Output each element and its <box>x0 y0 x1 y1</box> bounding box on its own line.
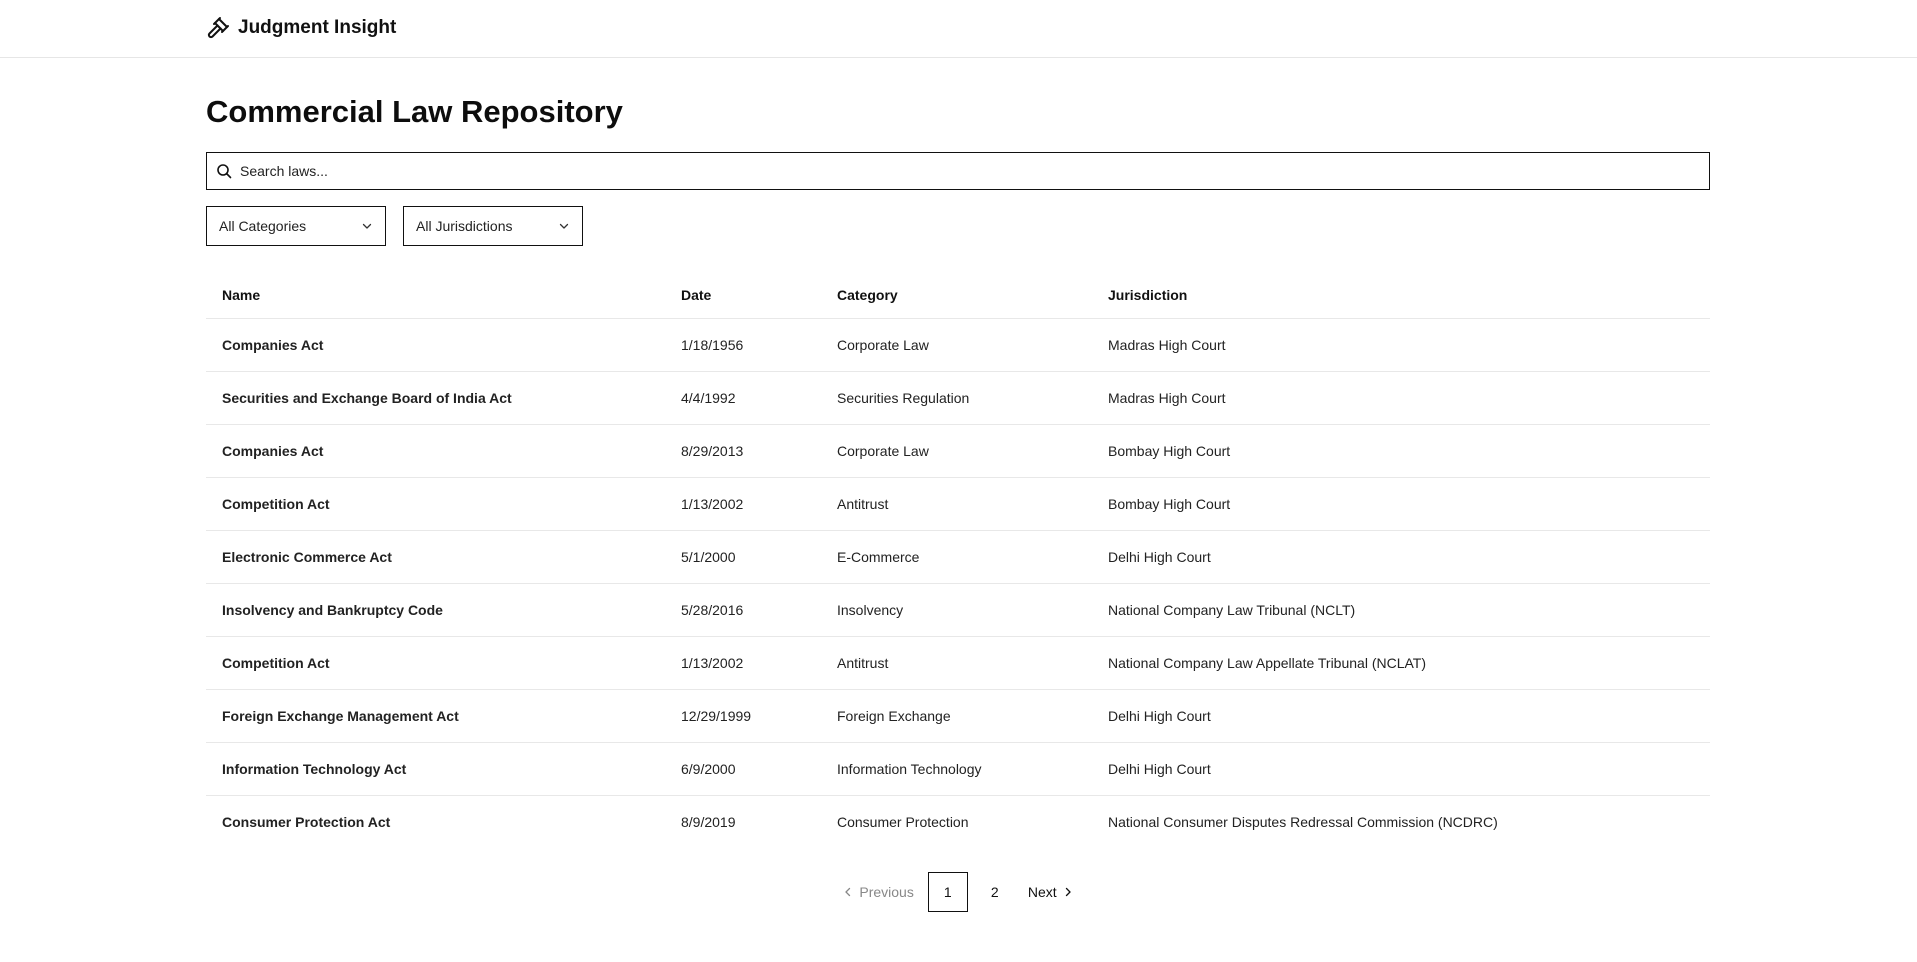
law-category: Information Technology <box>821 742 1092 796</box>
search-box[interactable] <box>206 152 1710 190</box>
law-date: 1/13/2002 <box>665 477 821 531</box>
top-nav-bar: Judgment Insight <box>0 0 1917 58</box>
jurisdiction-select[interactable]: All Jurisdictions <box>403 206 583 246</box>
law-date: 4/4/1992 <box>665 371 821 425</box>
law-jurisdiction: Delhi High Court <box>1092 530 1710 584</box>
laws-table: Name Date Category Jurisdiction Companie… <box>206 272 1710 848</box>
law-category: Antitrust <box>821 636 1092 690</box>
main-content: Commercial Law Repository All Categories… <box>206 58 1710 912</box>
law-date: 12/29/1999 <box>665 689 821 743</box>
law-jurisdiction: Delhi High Court <box>1092 742 1710 796</box>
brand-logo[interactable]: Judgment Insight <box>206 16 396 40</box>
law-name: Securities and Exchange Board of India A… <box>206 371 665 425</box>
law-jurisdiction: National Company Law Tribunal (NCLT) <box>1092 583 1710 637</box>
law-category: Antitrust <box>821 477 1092 531</box>
table-row[interactable]: Competition Act 1/13/2002 Antitrust Bomb… <box>206 477 1710 531</box>
law-category: Corporate Law <box>821 318 1092 372</box>
law-jurisdiction: Madras High Court <box>1092 371 1710 425</box>
law-name: Competition Act <box>206 477 665 531</box>
column-header-category[interactable]: Category <box>821 272 1092 319</box>
law-date: 1/13/2002 <box>665 636 821 690</box>
filter-bar: All Categories All Jurisdictions <box>206 206 1710 246</box>
law-category: E-Commerce <box>821 530 1092 584</box>
law-jurisdiction: National Company Law Appellate Tribunal … <box>1092 636 1710 690</box>
law-date: 8/9/2019 <box>681 814 736 830</box>
law-category: Consumer Protection <box>837 814 969 830</box>
law-jurisdiction: Madras High Court <box>1092 318 1710 372</box>
chevron-left-icon <box>845 887 851 897</box>
gavel-icon <box>207 17 229 39</box>
chevron-down-icon <box>559 223 569 229</box>
previous-page-label: Previous <box>859 884 914 900</box>
law-date: 8/29/2013 <box>665 424 821 478</box>
law-name: Companies Act <box>206 318 665 372</box>
previous-page-button[interactable]: Previous <box>833 872 923 912</box>
table-row[interactable]: Information Technology Act 6/9/2000 Info… <box>206 742 1710 796</box>
law-category: Insolvency <box>821 583 1092 637</box>
category-select[interactable]: All Categories <box>206 206 386 246</box>
law-name: Competition Act <box>206 636 665 690</box>
table-row[interactable]: Competition Act 1/13/2002 Antitrust Nati… <box>206 636 1710 690</box>
law-jurisdiction: Bombay High Court <box>1092 424 1710 478</box>
law-jurisdiction: Bombay High Court <box>1092 477 1710 531</box>
law-name: Foreign Exchange Management Act <box>206 689 665 743</box>
law-date: 6/9/2000 <box>665 742 821 796</box>
search-icon <box>217 164 232 179</box>
table-row[interactable]: Insolvency and Bankruptcy Code 5/28/2016… <box>206 583 1710 637</box>
table-row[interactable]: Securities and Exchange Board of India A… <box>206 371 1710 425</box>
law-name: Insolvency and Bankruptcy Code <box>206 583 665 637</box>
law-category: Securities Regulation <box>821 371 1092 425</box>
page-1-button[interactable]: 1 <box>927 872 968 912</box>
table-row[interactable]: Consumer Protection Act 8/9/2019 Consume… <box>206 796 1710 849</box>
law-date: 5/28/2016 <box>665 583 821 637</box>
page-2-button[interactable]: 2 <box>976 873 1014 911</box>
column-header-name[interactable]: Name <box>206 272 665 319</box>
table-row[interactable]: Electronic Commerce Act 5/1/2000 E-Comme… <box>206 530 1710 584</box>
chevron-right-icon <box>1065 887 1071 897</box>
law-name: Electronic Commerce Act <box>206 530 665 584</box>
law-date: 1/18/1956 <box>665 318 821 372</box>
search-input[interactable] <box>240 156 1709 186</box>
chevron-down-icon <box>362 223 372 229</box>
table-row[interactable]: Companies Act 1/18/1956 Corporate Law Ma… <box>206 318 1710 372</box>
next-page-label: Next <box>1027 884 1057 900</box>
law-category: Foreign Exchange <box>821 689 1092 743</box>
pagination: Previous 1 2 Next <box>206 872 1710 912</box>
law-date: 5/1/2000 <box>665 530 821 584</box>
table-header-row: Name Date Category Jurisdiction <box>206 272 1710 319</box>
column-header-jurisdiction[interactable]: Jurisdiction <box>1092 272 1710 319</box>
law-name: Companies Act <box>206 424 665 478</box>
law-name: Consumer Protection Act <box>222 814 391 830</box>
brand-name: Judgment Insight <box>238 17 397 38</box>
law-category: Corporate Law <box>821 424 1092 478</box>
table-row[interactable]: Foreign Exchange Management Act 12/29/19… <box>206 689 1710 743</box>
table-row[interactable]: Companies Act 8/29/2013 Corporate Law Bo… <box>206 424 1710 478</box>
law-jurisdiction: Delhi High Court <box>1092 689 1710 743</box>
law-jurisdiction: National Consumer Disputes Redressal Com… <box>1108 814 1498 830</box>
page-title: Commercial Law Repository <box>206 94 623 129</box>
category-select-value: All Categories <box>219 218 307 234</box>
next-page-button[interactable]: Next <box>1018 872 1083 912</box>
law-name: Information Technology Act <box>206 742 665 796</box>
jurisdiction-select-value: All Jurisdictions <box>416 218 513 234</box>
column-header-date[interactable]: Date <box>665 272 821 319</box>
